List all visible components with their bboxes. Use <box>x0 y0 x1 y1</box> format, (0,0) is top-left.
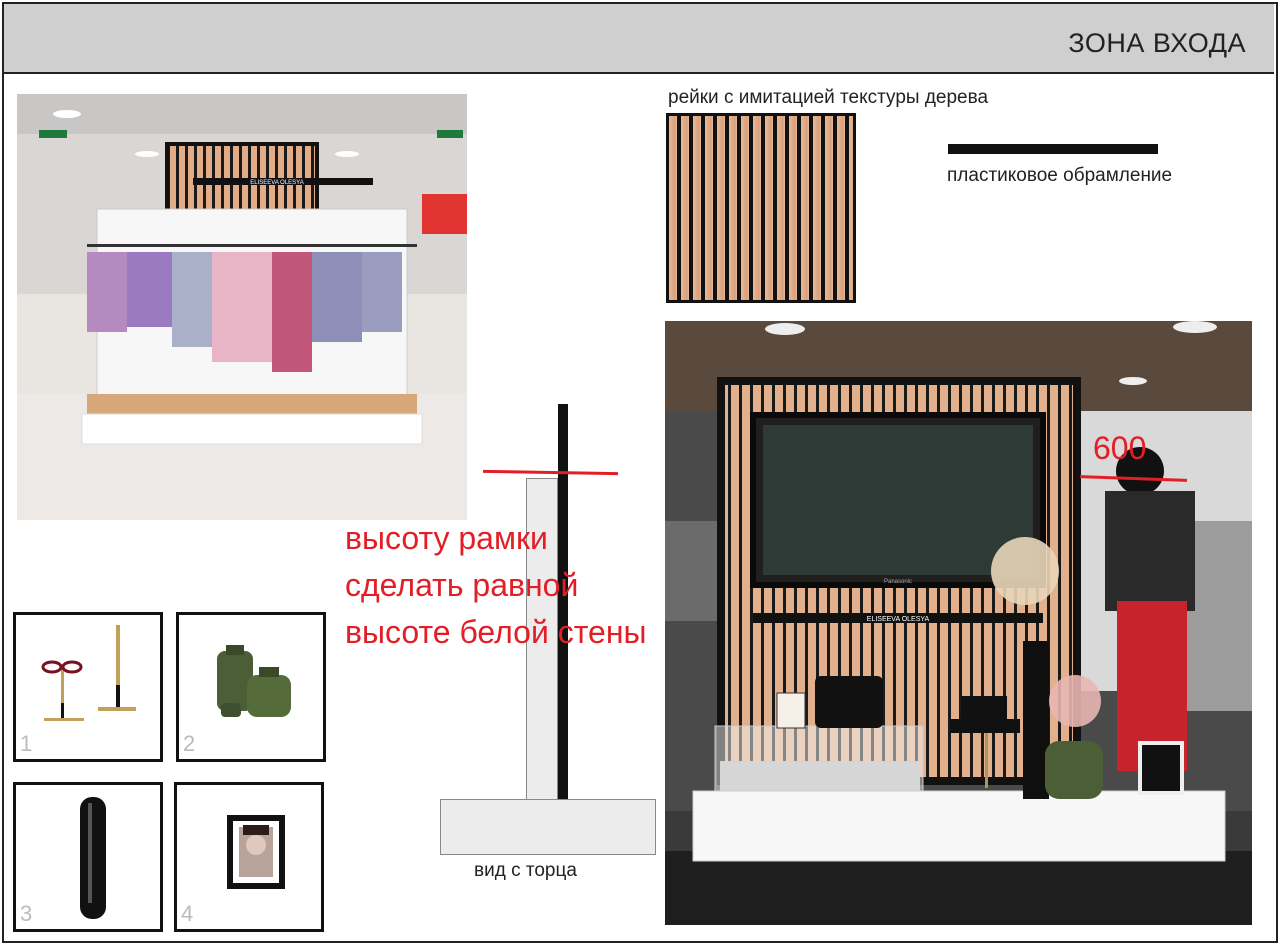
thumb-2: 2 <box>176 612 326 762</box>
wood-slats-swatch <box>666 113 856 303</box>
display-illustration: Panasonic ELISEEVA OLESYA <box>665 321 1252 925</box>
green-vases-icon <box>217 645 291 717</box>
page-title: ЗОНА ВХОДА <box>1068 28 1246 58</box>
dimension-label: 600 <box>1093 430 1147 466</box>
thumb-number: 4 <box>181 901 194 926</box>
header-bar: ЗОНА ВХОДА <box>4 4 1274 74</box>
thumb-4: 4 <box>174 782 324 932</box>
note-line-3: высоте белой стены <box>345 614 647 650</box>
glasses-stand-icon <box>41 625 136 721</box>
thumb-1: 1 <box>13 612 163 762</box>
rack-brand-sign: ELISEEVA OLESYA <box>250 180 303 186</box>
rack-illustration: ELISEEVA OLESYA <box>17 94 467 520</box>
photo-frame-icon <box>227 815 285 889</box>
annotation-note: высоту рамки сделать равной высоте белой… <box>345 515 647 656</box>
tv-brand: Panasonic <box>884 579 912 585</box>
thumb-number: 3 <box>20 901 33 926</box>
thumb-number: 2 <box>183 731 196 756</box>
black-cylinder-vase-icon <box>80 797 106 919</box>
frame-label: пластиковое обрамление <box>947 165 1173 186</box>
slats-label: рейки с имитацией текстуры дерева <box>668 87 989 108</box>
section-caption: вид с торца <box>474 860 577 881</box>
photo-proposed-display: Panasonic ELISEEVA OLESYA <box>665 321 1252 925</box>
thumb-3: 3 <box>13 782 163 932</box>
display-brand-sign: ELISEEVA OLESYA <box>867 616 930 623</box>
photo-existing-rack: ELISEEVA OLESYA <box>17 94 467 520</box>
plastic-frame-sample <box>948 144 1158 154</box>
note-line-2: сделать равной <box>345 567 579 603</box>
note-line-1: высоту рамки <box>345 520 548 556</box>
thumb-number: 1 <box>20 731 33 756</box>
section-base <box>440 799 656 855</box>
